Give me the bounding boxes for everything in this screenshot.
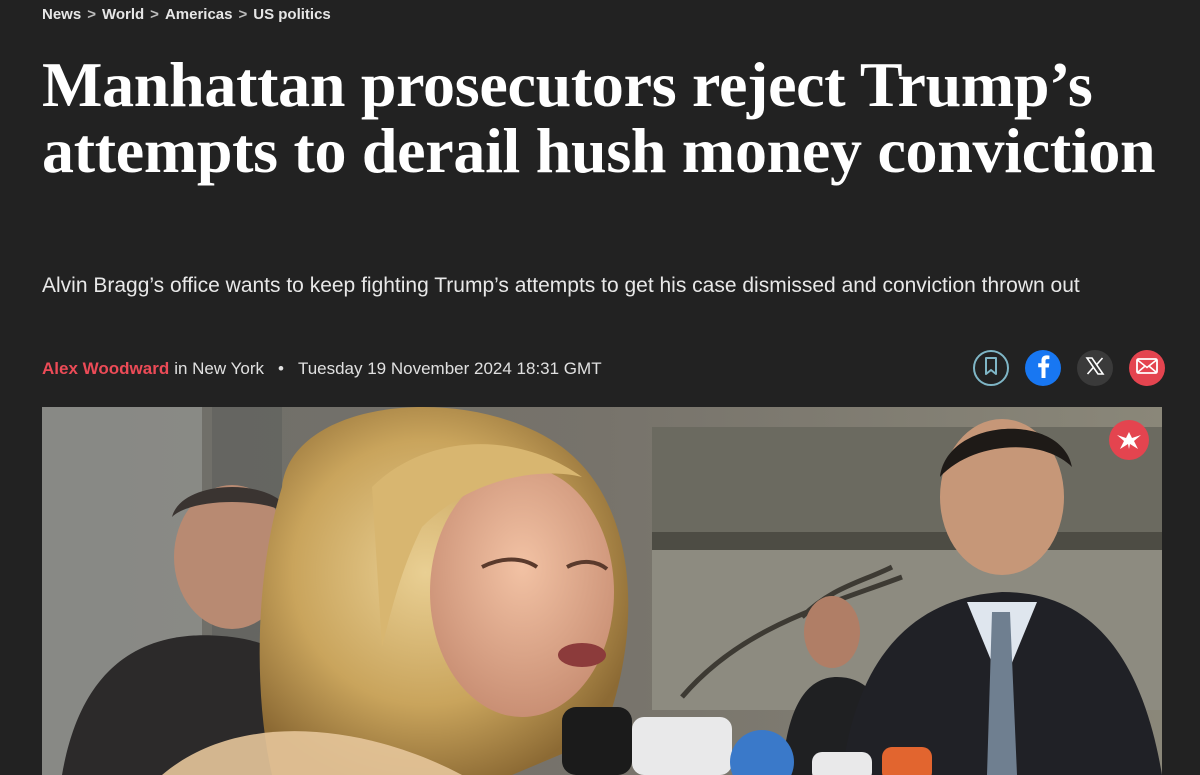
breadcrumb-americas[interactable]: Americas	[165, 6, 233, 23]
facebook-icon	[1033, 354, 1053, 383]
breadcrumb-separator: >	[150, 6, 159, 23]
bookmark-icon	[983, 356, 999, 381]
breadcrumb-us-politics[interactable]: US politics	[253, 6, 331, 23]
breadcrumb-separator: >	[238, 6, 248, 23]
facebook-share-button[interactable]	[1025, 350, 1061, 386]
byline: Alex Woodward in New York • Tuesday 19 N…	[42, 359, 602, 379]
share-toolbar	[973, 350, 1165, 386]
x-share-button[interactable]	[1077, 350, 1113, 386]
byline-separator: •	[277, 359, 284, 378]
breadcrumb-news[interactable]: News	[42, 6, 81, 23]
breadcrumb-separator: >	[87, 6, 96, 23]
article-headline: Manhattan prosecutors reject Trump’s att…	[42, 49, 1156, 186]
bookmark-button[interactable]	[973, 350, 1009, 386]
email-icon	[1136, 357, 1158, 379]
hero-image	[42, 407, 1162, 775]
hero-video-still[interactable]	[42, 407, 1162, 775]
email-share-button[interactable]	[1129, 350, 1165, 386]
publisher-logo-badge	[1109, 420, 1149, 460]
article-standfirst: Alvin Bragg’s office wants to keep fight…	[42, 274, 1080, 297]
x-icon	[1085, 356, 1105, 381]
eagle-icon	[1116, 429, 1142, 451]
publish-timestamp: Tuesday 19 November 2024 18:31 GMT	[297, 359, 602, 378]
author-link[interactable]: Alex Woodward	[42, 359, 169, 379]
author-location: in New York	[174, 359, 264, 378]
breadcrumb-world[interactable]: World	[102, 6, 144, 23]
breadcrumb: News > World > Americas > US politics	[42, 6, 331, 23]
